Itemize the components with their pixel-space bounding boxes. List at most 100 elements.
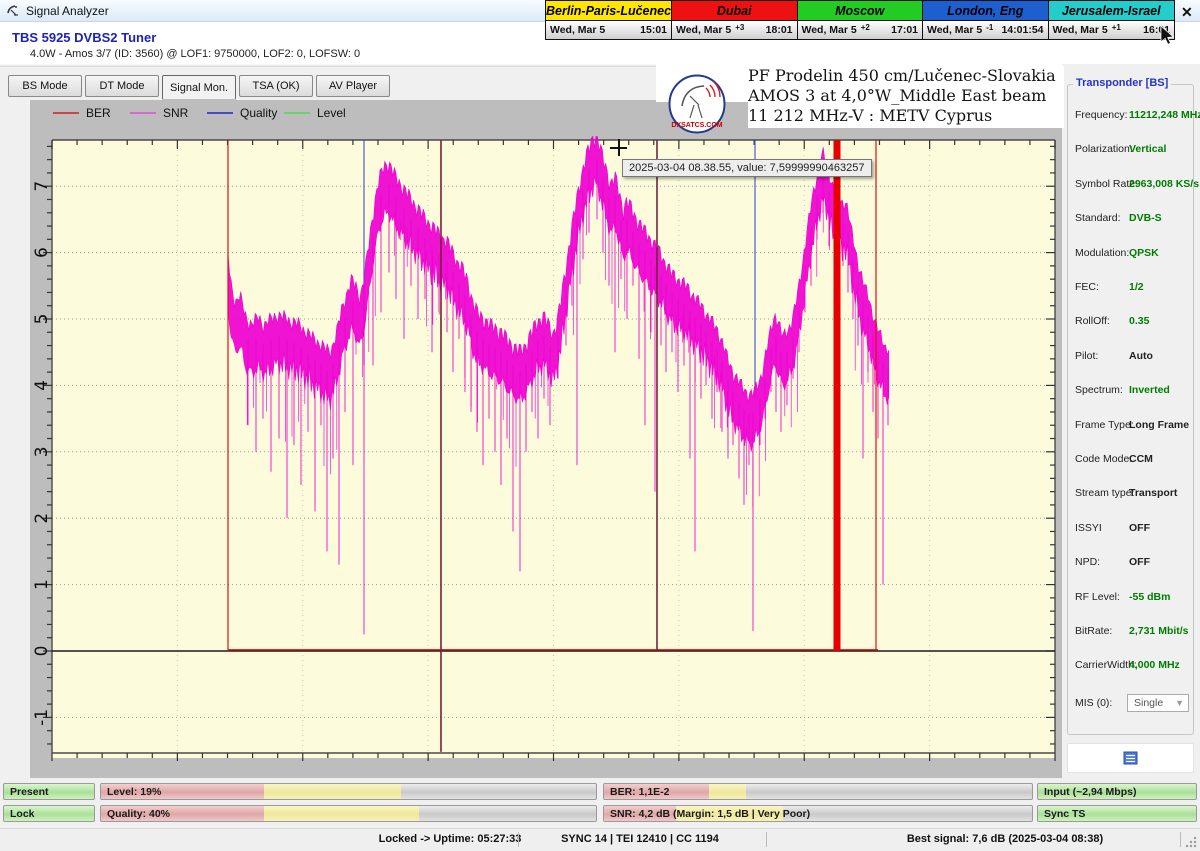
transponder-value-frame-type: Long Frame bbox=[1129, 419, 1189, 431]
tuner-name: TBS 5925 DVBS2 Tuner bbox=[12, 30, 156, 45]
transponder-label-frequency: Frequency: bbox=[1075, 109, 1128, 121]
clock-cell-dubai: DubaiWed, Mar 5+318:01 bbox=[672, 1, 798, 39]
overlay-line2: AMOS 3 at 4,0°W_Middle East beam bbox=[748, 86, 1064, 106]
mode-button-av-player[interactable]: AV Player bbox=[316, 75, 390, 97]
app-icon bbox=[6, 4, 20, 18]
bar-input-2-94-mbps: Input (~2,94 Mbps) bbox=[1037, 783, 1197, 800]
mode-toolbar: BS ModeDT ModeSignal Mon.TSA (OK)AV Play… bbox=[8, 75, 390, 100]
statusbar: Locked -> Uptime: 05:27:33 SYNC 14 | TEI… bbox=[0, 828, 1200, 851]
transponder-value-standard: DVB-S bbox=[1129, 212, 1162, 224]
clock-datetime: Wed, Mar 5+318:01 bbox=[672, 21, 797, 39]
mode-button-dt-mode[interactable]: DT Mode bbox=[85, 75, 159, 97]
clock-datetime: Wed, Mar 5-114:01:54 bbox=[923, 21, 1048, 39]
legend-item-snr: SNR bbox=[130, 106, 207, 120]
mode-button-bs-mode[interactable]: BS Mode bbox=[8, 75, 82, 97]
transport-list-button[interactable] bbox=[1067, 743, 1194, 773]
overlay-line3: 11 212 MHz-V : METV Cyprus bbox=[748, 106, 1064, 126]
bar-ber-1-1e-2: BER: 1,1E-2 bbox=[603, 783, 1033, 800]
transponder-value-pilot: Auto bbox=[1129, 350, 1153, 362]
transponder-label-npd: NPD: bbox=[1075, 556, 1100, 568]
clock-datetime: Wed, Mar 515:01 bbox=[546, 21, 671, 39]
transponder-value-npd: OFF bbox=[1129, 556, 1150, 568]
transponder-value-spectrum: Inverted bbox=[1129, 384, 1170, 396]
chart-panel: BERSNRQualityLevel 76543210-1 bbox=[30, 100, 1062, 778]
svg-text:4: 4 bbox=[34, 380, 52, 391]
bar-label-ber-1-1e-2: BER: 1,1E-2 bbox=[610, 785, 670, 797]
mis-dropdown[interactable]: Single▼ bbox=[1127, 694, 1189, 712]
bar-label-level-19: Level: 19% bbox=[107, 785, 161, 797]
legend-item-level: Level bbox=[284, 106, 361, 120]
clock-datetime: Wed, Mar 5+116:01 bbox=[1049, 21, 1175, 39]
clock-cell-berlin-paris-lu-enec: Berlin-Paris-LučenecWed, Mar 515:01 bbox=[546, 1, 672, 39]
bar-label-snr-4-2-db-margin-1-5-db-very-poor: SNR: 4,2 dB (Margin: 1,5 dB | Very Poor) bbox=[610, 807, 810, 819]
legend-swatch-quality bbox=[207, 112, 233, 114]
clock-city-label: Moscow bbox=[798, 1, 923, 21]
transponder-label-spectrum: Spectrum: bbox=[1075, 384, 1123, 396]
transponder-label-carrierwidth: CarrierWidth: bbox=[1075, 659, 1137, 671]
bar-fill-yellow bbox=[264, 784, 401, 799]
statusbar-divider bbox=[766, 832, 767, 847]
bar-lock: Lock bbox=[3, 805, 95, 822]
bar-label-quality-40: Quality: 40% bbox=[107, 807, 170, 819]
status-bars: Present Level: 19% BER: 1,1E-2 Input (~2,94… bbox=[0, 778, 1200, 828]
statusbar-divider bbox=[518, 832, 519, 847]
bar-quality-40: Quality: 40% bbox=[100, 805, 597, 822]
transponder-label-mis: MIS (0): bbox=[1075, 697, 1112, 709]
signal-chart[interactable]: 76543210-1 bbox=[34, 136, 1060, 774]
transponder-value-fec: 1/2 bbox=[1129, 281, 1144, 293]
statusbar-best-signal: Best signal: 7,6 dB (2025-03-04 08:38) bbox=[855, 833, 1155, 845]
clock-cell-jerusalem-israel: Jerusalem-IsraelWed, Mar 5+116:01 bbox=[1049, 1, 1175, 39]
bar-label-input-2-94-mbps: Input (~2,94 Mbps) bbox=[1044, 785, 1136, 797]
legend-item-quality: Quality bbox=[207, 106, 284, 120]
transponder-value-modulation: QPSK bbox=[1129, 247, 1159, 259]
world-clocks: Berlin-Paris-LučenecWed, Mar 515:01Dubai… bbox=[545, 0, 1175, 40]
clock-cell-london-eng: London, EngWed, Mar 5-114:01:54 bbox=[923, 1, 1049, 39]
legend-swatch-ber bbox=[53, 112, 79, 114]
clock-datetime: Wed, Mar 5+217:01 bbox=[798, 21, 923, 39]
overlay-line1: PF Prodelin 450 cm/Lučenec-Slovakia bbox=[748, 66, 1064, 86]
transport-list-icon bbox=[1122, 751, 1140, 766]
resize-grip[interactable] bbox=[1185, 836, 1197, 848]
transponder-value-bitrate: 2,731 Mbit/s bbox=[1129, 625, 1189, 637]
mode-button-signal-mon[interactable]: Signal Mon. bbox=[162, 75, 236, 100]
transponder-label-stream-type: Stream type: bbox=[1075, 487, 1135, 499]
overlay-caption: PF Prodelin 450 cm/Lučenec-Slovakia AMOS… bbox=[748, 66, 1064, 128]
svg-text:2: 2 bbox=[34, 513, 52, 524]
legend-item-ber: BER bbox=[53, 106, 130, 120]
crosshair-cursor-icon bbox=[610, 139, 627, 156]
bar-level-19: Level: 19% bbox=[100, 783, 597, 800]
bar-present: Present bbox=[3, 783, 95, 800]
transponder-label-rolloff: RollOff: bbox=[1075, 315, 1110, 327]
transponder-label-issyi: ISSYI bbox=[1075, 522, 1102, 534]
chart-legend: BERSNRQualityLevel bbox=[53, 106, 361, 120]
transponder-label-pilot: Pilot: bbox=[1075, 350, 1098, 362]
transponder-value-symbol-rate: 2963,008 KS/s bbox=[1129, 178, 1199, 190]
bar-label-sync-ts: Sync TS bbox=[1044, 807, 1085, 819]
transponder-label-modulation: Modulation: bbox=[1075, 247, 1129, 259]
svg-text:1: 1 bbox=[34, 579, 52, 590]
legend-swatch-level bbox=[284, 112, 310, 114]
transponder-value-carrierwidth: 4,000 MHz bbox=[1129, 659, 1180, 671]
bar-label-lock: Lock bbox=[10, 807, 35, 819]
bar-sync-ts: Sync TS bbox=[1037, 805, 1197, 822]
svg-text:-1: -1 bbox=[34, 709, 52, 726]
transponder-label-fec: FEC: bbox=[1075, 281, 1099, 293]
mode-button-tsa-ok[interactable]: TSA (OK) bbox=[239, 75, 313, 97]
close-icon[interactable]: ✕ bbox=[1181, 4, 1193, 21]
statusbar-sync: SYNC 14 | TEI 12410 | CC 1194 bbox=[520, 833, 760, 845]
transponder-value-stream-type: Transport bbox=[1129, 487, 1177, 499]
transponder-label-frame-type: Frame Type: bbox=[1075, 419, 1134, 431]
transponder-label-polarization: Polarization: bbox=[1075, 143, 1133, 155]
statusbar-divider bbox=[1180, 832, 1181, 847]
transponder-value-code-mode: CCM bbox=[1129, 453, 1153, 465]
svg-text:0: 0 bbox=[34, 646, 52, 657]
transponder-label-standard: Standard: bbox=[1075, 212, 1121, 224]
clock-city-label: Berlin-Paris-Lučenec bbox=[546, 1, 671, 21]
transponder-label-rf-level: RF Level: bbox=[1075, 591, 1120, 603]
svg-text:5: 5 bbox=[34, 314, 52, 325]
tuner-details: 4.0W - Amos 3/7 (ID: 3560) @ LOF1: 97500… bbox=[30, 48, 360, 60]
clock-cell-moscow: MoscowWed, Mar 5+217:01 bbox=[798, 1, 924, 39]
legend-swatch-snr bbox=[130, 112, 156, 114]
transponder-value-polarization: Vertical bbox=[1129, 143, 1166, 155]
clock-city-label: Dubai bbox=[672, 1, 797, 21]
